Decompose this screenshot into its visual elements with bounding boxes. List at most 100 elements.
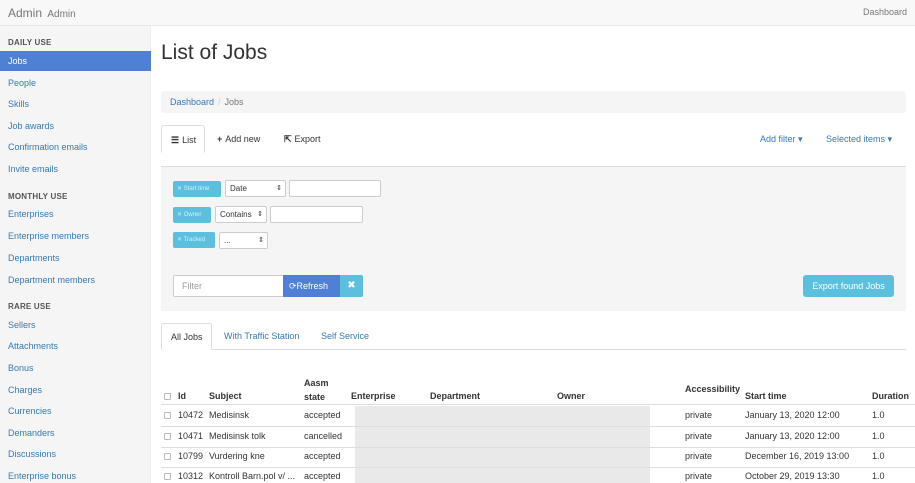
sidebar-item-bonus[interactable]: Bonus: [0, 358, 151, 378]
row-id[interactable]: 10472: [178, 410, 203, 420]
tab-self-service[interactable]: Self Service: [321, 323, 369, 350]
export-button[interactable]: ⇱ Export: [284, 125, 321, 153]
row-accessibility: private: [685, 471, 713, 481]
breadcrumb-separator: /: [218, 97, 221, 107]
add-new-button[interactable]: + Add new: [217, 125, 260, 153]
sidebar-item-jobs[interactable]: Jobs: [0, 51, 151, 71]
row-state: cancelled: [304, 431, 343, 441]
sidebar-item-enterprise-bonus[interactable]: Enterprise bonus: [0, 466, 151, 483]
sidebar-section-daily: DAILY USE: [8, 38, 52, 47]
filter-badge-tracked[interactable]: ✕ Tracked: [173, 232, 215, 248]
row-checkbox[interactable]: [164, 453, 171, 460]
column-header-accessibility[interactable]: Accessibility: [685, 384, 740, 394]
row-duration: 1.0: [872, 431, 885, 441]
row-subject: Medisinsk: [209, 410, 250, 420]
sidebar-item-enterprise-members[interactable]: Enterprise members: [0, 226, 151, 246]
filter-owner-input[interactable]: [270, 206, 363, 223]
list-tab[interactable]: ☰ List: [161, 125, 205, 153]
top-navbar: Admin Admin Dashboard: [0, 0, 915, 26]
column-header-aasm-state[interactable]: Aasm state: [304, 378, 329, 402]
row-subject: Vurdering kne: [209, 451, 265, 461]
filter-input[interactable]: Filter: [173, 275, 284, 297]
brand-logo[interactable]: Admin Admin: [8, 6, 76, 20]
row-start-time: October 29, 2019 13:30: [745, 471, 840, 481]
row-duration: 1.0: [872, 451, 885, 461]
select-all-checkbox[interactable]: [164, 393, 171, 400]
share-icon: ⇱: [284, 134, 292, 144]
filter-badge-owner[interactable]: ✕ Owner: [173, 207, 211, 223]
sidebar-section-monthly: MONTHLY USE: [8, 192, 68, 201]
breadcrumb-current: Jobs: [224, 97, 244, 107]
sidebar-item-department-members[interactable]: Department members: [0, 270, 151, 290]
sidebar-item-attachments[interactable]: Attachments: [0, 336, 151, 356]
row-divider: [161, 467, 915, 468]
close-icon: ✕: [177, 237, 183, 243]
sidebar-item-enterprises[interactable]: Enterprises: [0, 204, 151, 224]
caret-down-icon: ▾: [798, 134, 803, 144]
row-start-time: January 13, 2020 12:00: [745, 431, 840, 441]
refresh-icon: ⟳: [289, 281, 297, 291]
sidebar-item-confirmation-emails[interactable]: Confirmation emails: [0, 137, 151, 157]
plus-icon: +: [217, 134, 223, 144]
row-subject: Medisinsk tolk: [209, 431, 266, 441]
column-header-department[interactable]: Department: [430, 391, 480, 401]
toolbar: ☰ List + Add new ⇱ Export Add filter ▾ Sele…: [161, 125, 906, 153]
sidebar-section-rare: RARE USE: [8, 302, 51, 311]
filter-start-time-input[interactable]: [289, 180, 381, 197]
row-divider: [161, 426, 915, 427]
row-checkbox[interactable]: [164, 412, 171, 419]
header-divider: [161, 404, 915, 405]
column-header-subject[interactable]: Subject: [209, 391, 242, 401]
clear-filter-button[interactable]: ✖: [340, 275, 363, 297]
sidebar-item-charges[interactable]: Charges: [0, 380, 151, 400]
breadcrumb-dashboard-link[interactable]: Dashboard: [170, 97, 214, 107]
row-start-time: January 13, 2020 12:00: [745, 410, 840, 420]
selected-items-dropdown[interactable]: Selected items ▾: [826, 125, 892, 153]
sidebar-item-skills[interactable]: Skills: [0, 94, 151, 114]
redacted-area: [355, 406, 650, 483]
row-id[interactable]: 10312: [178, 471, 203, 481]
select-caret-icon: ⇕: [257, 211, 263, 218]
close-icon: ✕: [177, 186, 183, 192]
sidebar: DAILY USE Jobs People Skills Job awards …: [0, 26, 151, 483]
row-accessibility: private: [685, 431, 713, 441]
column-header-id[interactable]: Id: [178, 391, 186, 401]
sidebar-item-invite-emails[interactable]: Invite emails: [0, 159, 151, 179]
caret-down-icon: ▾: [887, 134, 893, 144]
sidebar-item-sellers[interactable]: Sellers: [0, 315, 151, 335]
column-header-start-time[interactable]: Start time: [745, 391, 787, 401]
filter-badge-start-time[interactable]: ✕ Start time: [173, 181, 221, 197]
row-checkbox[interactable]: [164, 473, 171, 480]
row-divider: [161, 447, 915, 448]
column-header-owner[interactable]: Owner: [557, 391, 585, 401]
sidebar-item-departments[interactable]: Departments: [0, 248, 151, 268]
row-duration: 1.0: [872, 410, 885, 420]
sidebar-item-demanders[interactable]: Demanders: [0, 423, 151, 443]
add-filter-dropdown[interactable]: Add filter ▾: [760, 125, 803, 153]
sidebar-item-currencies[interactable]: Currencies: [0, 401, 151, 421]
tab-all-jobs[interactable]: All Jobs: [161, 323, 212, 350]
row-checkbox[interactable]: [164, 433, 171, 440]
dashboard-link[interactable]: Dashboard: [863, 7, 907, 17]
export-found-jobs-button[interactable]: Export found Jobs: [803, 275, 894, 297]
sidebar-item-discussions[interactable]: Discussions: [0, 444, 151, 464]
column-header-duration[interactable]: Duration: [872, 391, 909, 401]
sidebar-item-job-awards[interactable]: Job awards: [0, 116, 151, 136]
row-start-time: December 16, 2019 13:00: [745, 451, 850, 461]
main-content: List of Jobs Dashboard / Jobs ☰ List + Add n…: [161, 26, 915, 483]
sidebar-item-people[interactable]: People: [0, 73, 151, 93]
filter-operator-select[interactable]: Contains ⇕: [215, 206, 267, 223]
page-title: List of Jobs: [161, 41, 268, 64]
tab-with-traffic-station[interactable]: With Traffic Station: [224, 323, 299, 350]
filter-operator-select[interactable]: Date ⇕: [225, 180, 286, 197]
row-id[interactable]: 10799: [178, 451, 203, 461]
row-subject: Kontroll Barn.pol v/ ...: [209, 471, 296, 481]
refresh-button[interactable]: ⟳Refresh: [283, 275, 340, 297]
filter-tracked-select[interactable]: ... ⇕: [219, 232, 268, 249]
filter-panel: ✕ Start time Date ⇕ ✕ Owner Contains ⇕ ✕ T…: [161, 166, 906, 311]
list-icon: ☰: [171, 135, 180, 145]
column-header-enterprise[interactable]: Enterprise: [351, 391, 396, 401]
row-id[interactable]: 10471: [178, 431, 203, 441]
row-state: accepted: [304, 451, 341, 461]
row-accessibility: private: [685, 451, 713, 461]
